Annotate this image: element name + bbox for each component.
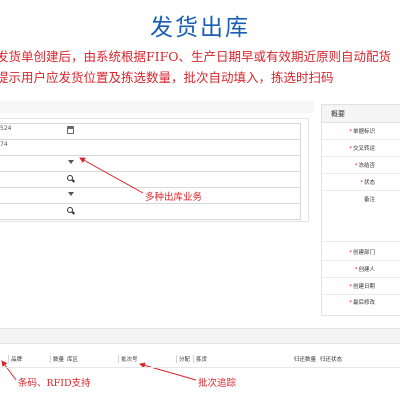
col-pick[interactable]: 拣货 [193, 355, 207, 363]
description-line-2: 提示用户应发货位置及拣选数量，批次自动填入，拣选时扫码 [0, 70, 334, 85]
col-zone[interactable]: 库区 [67, 355, 78, 363]
search-icon[interactable] [67, 207, 73, 213]
col-return-qty[interactable]: 归还数量 [294, 355, 316, 363]
search-icon[interactable] [67, 175, 73, 181]
col-qty[interactable]: 数量 [50, 355, 64, 363]
form-field-value: 74 [0, 141, 8, 148]
panel-label-frozen: *冻结否 [354, 163, 375, 169]
col-allocate[interactable]: 分配 [176, 355, 190, 363]
panel-label-cross-dock: *交叉转运 [349, 146, 375, 152]
form-field-doc-no[interactable]: 524 [0, 123, 301, 140]
col-brand[interactable]: 品牌 [8, 355, 22, 363]
panel-label-status: *状态 [360, 180, 375, 186]
summary-panel-header: 概要 [322, 105, 400, 123]
shipment-form: 524 74 [0, 118, 309, 222]
calendar-icon[interactable] [67, 126, 74, 134]
summary-panel-title: 概要 [331, 110, 345, 118]
panel-label-dept: *创建部门 [349, 250, 375, 256]
description-line-1: 发货单创建后，由系统根据FIFO、生产日期早或有效期近原则自动配货 [0, 49, 392, 64]
detail-table-header: 品牌 数量 库区 批次号 分配 拣货 归还数量 归还状态 [0, 355, 400, 365]
form-field-code[interactable]: 74 [0, 139, 301, 156]
page-title: 发货出库 [150, 15, 250, 41]
detail-toolbar [0, 328, 400, 344]
panel-label-creator: *创建人 [354, 267, 375, 273]
summary-panel: 概要 *单据标识 *交叉转运 *冻结否 *状态 备注 *创建部门 *创建人 *创… [321, 104, 400, 316]
panel-label-last-modified: *最后修改 [349, 300, 375, 306]
form-field-value: 524 [0, 125, 12, 132]
chevron-down-icon[interactable] [68, 160, 74, 164]
panel-label-remark: 备注 [363, 197, 375, 203]
annotation-batch: 批次追踪 [198, 378, 237, 389]
form-field-business-type[interactable] [0, 155, 301, 172]
form-field-lookup-2[interactable] [0, 203, 301, 220]
annotation-barcode: 条码、RFID支持 [18, 378, 91, 389]
form-field-lookup-1[interactable] [0, 171, 301, 188]
chevron-down-icon[interactable] [68, 192, 74, 196]
annotation-business: 多种出库业务 [145, 192, 203, 203]
panel-label-doc-id: *单据标识 [349, 129, 375, 135]
col-return-status[interactable]: 归还状态 [320, 355, 342, 363]
form-toolbar [0, 101, 314, 113]
table-row[interactable] [0, 367, 400, 368]
panel-label-create-date: *创建日期 [349, 284, 375, 290]
col-batch[interactable]: 批次号 [118, 355, 138, 363]
